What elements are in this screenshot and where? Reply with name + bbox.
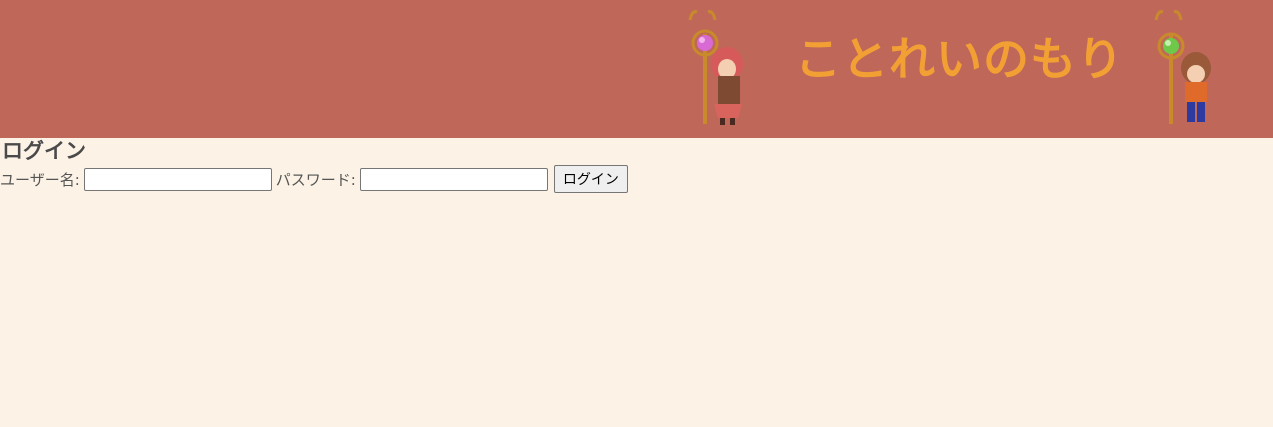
username-label: ユーザー名: <box>0 170 80 189</box>
login-form: ユーザー名: パスワード: ログイン <box>0 164 1273 194</box>
left-character-icon <box>711 47 743 125</box>
right-character-icon <box>1181 52 1211 122</box>
site-header-banner: ことれいのもり <box>0 0 1273 138</box>
right-staff-icon <box>1154 10 1185 124</box>
site-title: ことれいのもり <box>795 32 1124 86</box>
username-field[interactable] <box>83 167 272 191</box>
login-heading: ログイン <box>2 139 86 163</box>
password-label: パスワード: <box>275 170 356 189</box>
password-field[interactable] <box>359 167 548 191</box>
login-section: ログイン ユーザー名: パスワード: ログイン <box>0 138 1273 194</box>
login-button[interactable]: ログイン <box>553 165 628 193</box>
